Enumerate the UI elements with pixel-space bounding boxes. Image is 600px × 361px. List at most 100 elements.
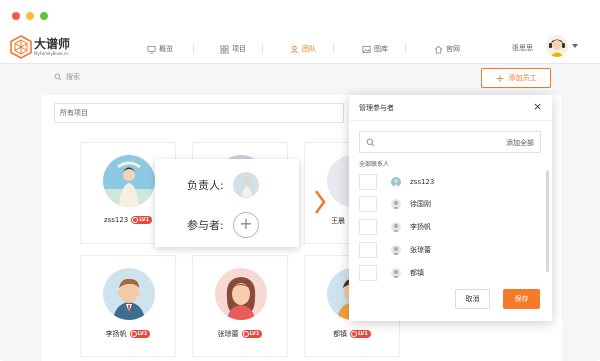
toolbar: 搜索 + 添加员工 [0,64,600,92]
contact-checkbox[interactable] [359,219,377,235]
contact-row[interactable]: 徐国刚 [359,196,529,212]
contact-avatar [391,177,401,187]
search-icon [54,73,62,81]
nav-divider [262,44,263,53]
nav-label: 概览 [159,45,173,53]
brand-logo[interactable]: 大谱师 MyFamilyBook.cn [10,34,80,60]
level-ring-icon [132,217,139,223]
nav-item-team[interactable]: 团队 [290,43,316,55]
contact-row[interactable]: zss123 [359,174,529,190]
user-name[interactable]: 張思思 [512,43,533,53]
close-window-button[interactable] [12,12,20,20]
member-name: 王晨 [331,217,345,225]
member-avatar [215,268,267,320]
level-text: LV1 [249,331,260,337]
team-icon [291,45,298,53]
level-text: LV1 [137,331,148,337]
add-participant-button[interactable]: + [233,212,259,238]
level-text: LV1 [139,217,150,223]
user-avatar[interactable] [546,35,568,57]
nav-label: 团队 [302,45,316,53]
nav-item-overview[interactable]: 概览 [147,43,173,55]
contacts-scrollbar[interactable] [546,170,549,272]
member-name-row: 都镇 LV1 [305,329,399,339]
nav-divider [193,44,194,53]
photo-avatar-icon [103,155,155,207]
add-employee-button[interactable]: + 添加员工 [481,68,551,88]
user-placeholder-icon [391,222,401,232]
manage-participants-panel: 管理参与者 × 添加全部 全部联系人 zss123 徐国刚 李扬帆 张琼蕾 都镇… [349,95,552,321]
level-badge: LV1 [131,216,153,224]
chevron-right-icon [314,190,326,214]
user-menu-caret-icon[interactable] [572,44,578,48]
save-button[interactable]: 保存 [503,289,540,309]
member-avatar [103,155,155,207]
member-card[interactable]: 张琼蕾 LV1 [192,255,288,357]
assignment-popup: 负责人: 参与者: + [155,159,299,247]
level-text: LV1 [358,331,368,337]
add-employee-label: 添加员工 [508,74,537,82]
contact-name: zss123 [410,178,435,186]
level-ring-icon [242,331,249,337]
contact-name: 张琼蕾 [410,246,431,254]
search-field[interactable]: 搜索 [54,72,80,82]
plus-icon: + [495,71,505,85]
nav-item-projects[interactable]: 项目 [220,43,246,55]
title-bar [0,0,600,30]
user-placeholder-icon [391,268,401,278]
contact-row[interactable]: 张琼蕾 [359,242,529,258]
contact-row[interactable]: 李扬帆 [359,219,529,235]
member-name-row: 李扬帆 LV1 [81,329,175,339]
contact-avatar [391,268,401,278]
nav-label: 官网 [446,45,460,53]
member-name: 都镇 [333,330,348,338]
nav-item-gallery[interactable]: 图库 [362,43,388,55]
panel-title: 管理参与者 [359,104,394,112]
logo-hex-icon [10,35,32,59]
image-icon [362,45,371,53]
contact-search-input[interactable]: 添加全部 [359,131,541,153]
contact-checkbox[interactable] [359,242,377,258]
panel-header: 管理参与者 × [349,95,552,121]
zoom-window-button[interactable] [40,12,48,20]
nav-item-website[interactable]: 官网 [434,43,460,55]
brand-name: 大谱师 [34,37,71,51]
user-placeholder-icon [391,245,401,255]
contact-name: 徐国刚 [410,200,431,208]
member-avatar [103,268,155,320]
owner-avatar[interactable] [233,172,259,198]
level-ring-icon [130,331,137,337]
contact-name: 都镇 [410,269,424,277]
grid-icon [220,44,229,54]
man-avatar-icon [103,268,155,320]
add-all-button[interactable]: 添加全部 [506,138,534,148]
nav-divider [333,44,334,53]
contact-checkbox[interactable] [359,265,377,281]
home-icon [434,45,443,54]
contact-row[interactable]: 都镇 [359,265,529,281]
search-label: 搜索 [66,73,80,81]
contact-checkbox[interactable] [359,174,377,190]
member-name: 李扬帆 [105,330,127,338]
avatar-illustration-icon [546,35,568,57]
member-card[interactable]: 李扬帆 LV1 [80,255,176,357]
search-icon [366,138,375,147]
contact-checkbox[interactable] [359,196,377,212]
project-filter[interactable]: 所有项目 [54,103,344,123]
nav-label: 图库 [374,45,388,53]
member-name-row: 张琼蕾 LV1 [193,329,287,339]
level-badge: LV1 [350,330,371,338]
contact-avatar [391,222,401,232]
level-ring-icon [351,331,358,337]
user-placeholder-icon [391,199,401,209]
member-name: 张琼蕾 [217,330,239,338]
owner-label: 负责人: [187,179,224,192]
contact-name: 李扬帆 [410,223,431,231]
participant-label: 参与者: [187,219,224,232]
nav-label: 项目 [232,45,246,53]
close-icon[interactable]: × [533,100,542,113]
minimize-window-button[interactable] [26,12,34,20]
cancel-button[interactable]: 取消 [455,289,490,309]
nav-divider [405,44,406,53]
top-nav-bar: 大谱师 MyFamilyBook.cn 概览 项目 团队 图库 官网 張思思 [0,30,600,64]
